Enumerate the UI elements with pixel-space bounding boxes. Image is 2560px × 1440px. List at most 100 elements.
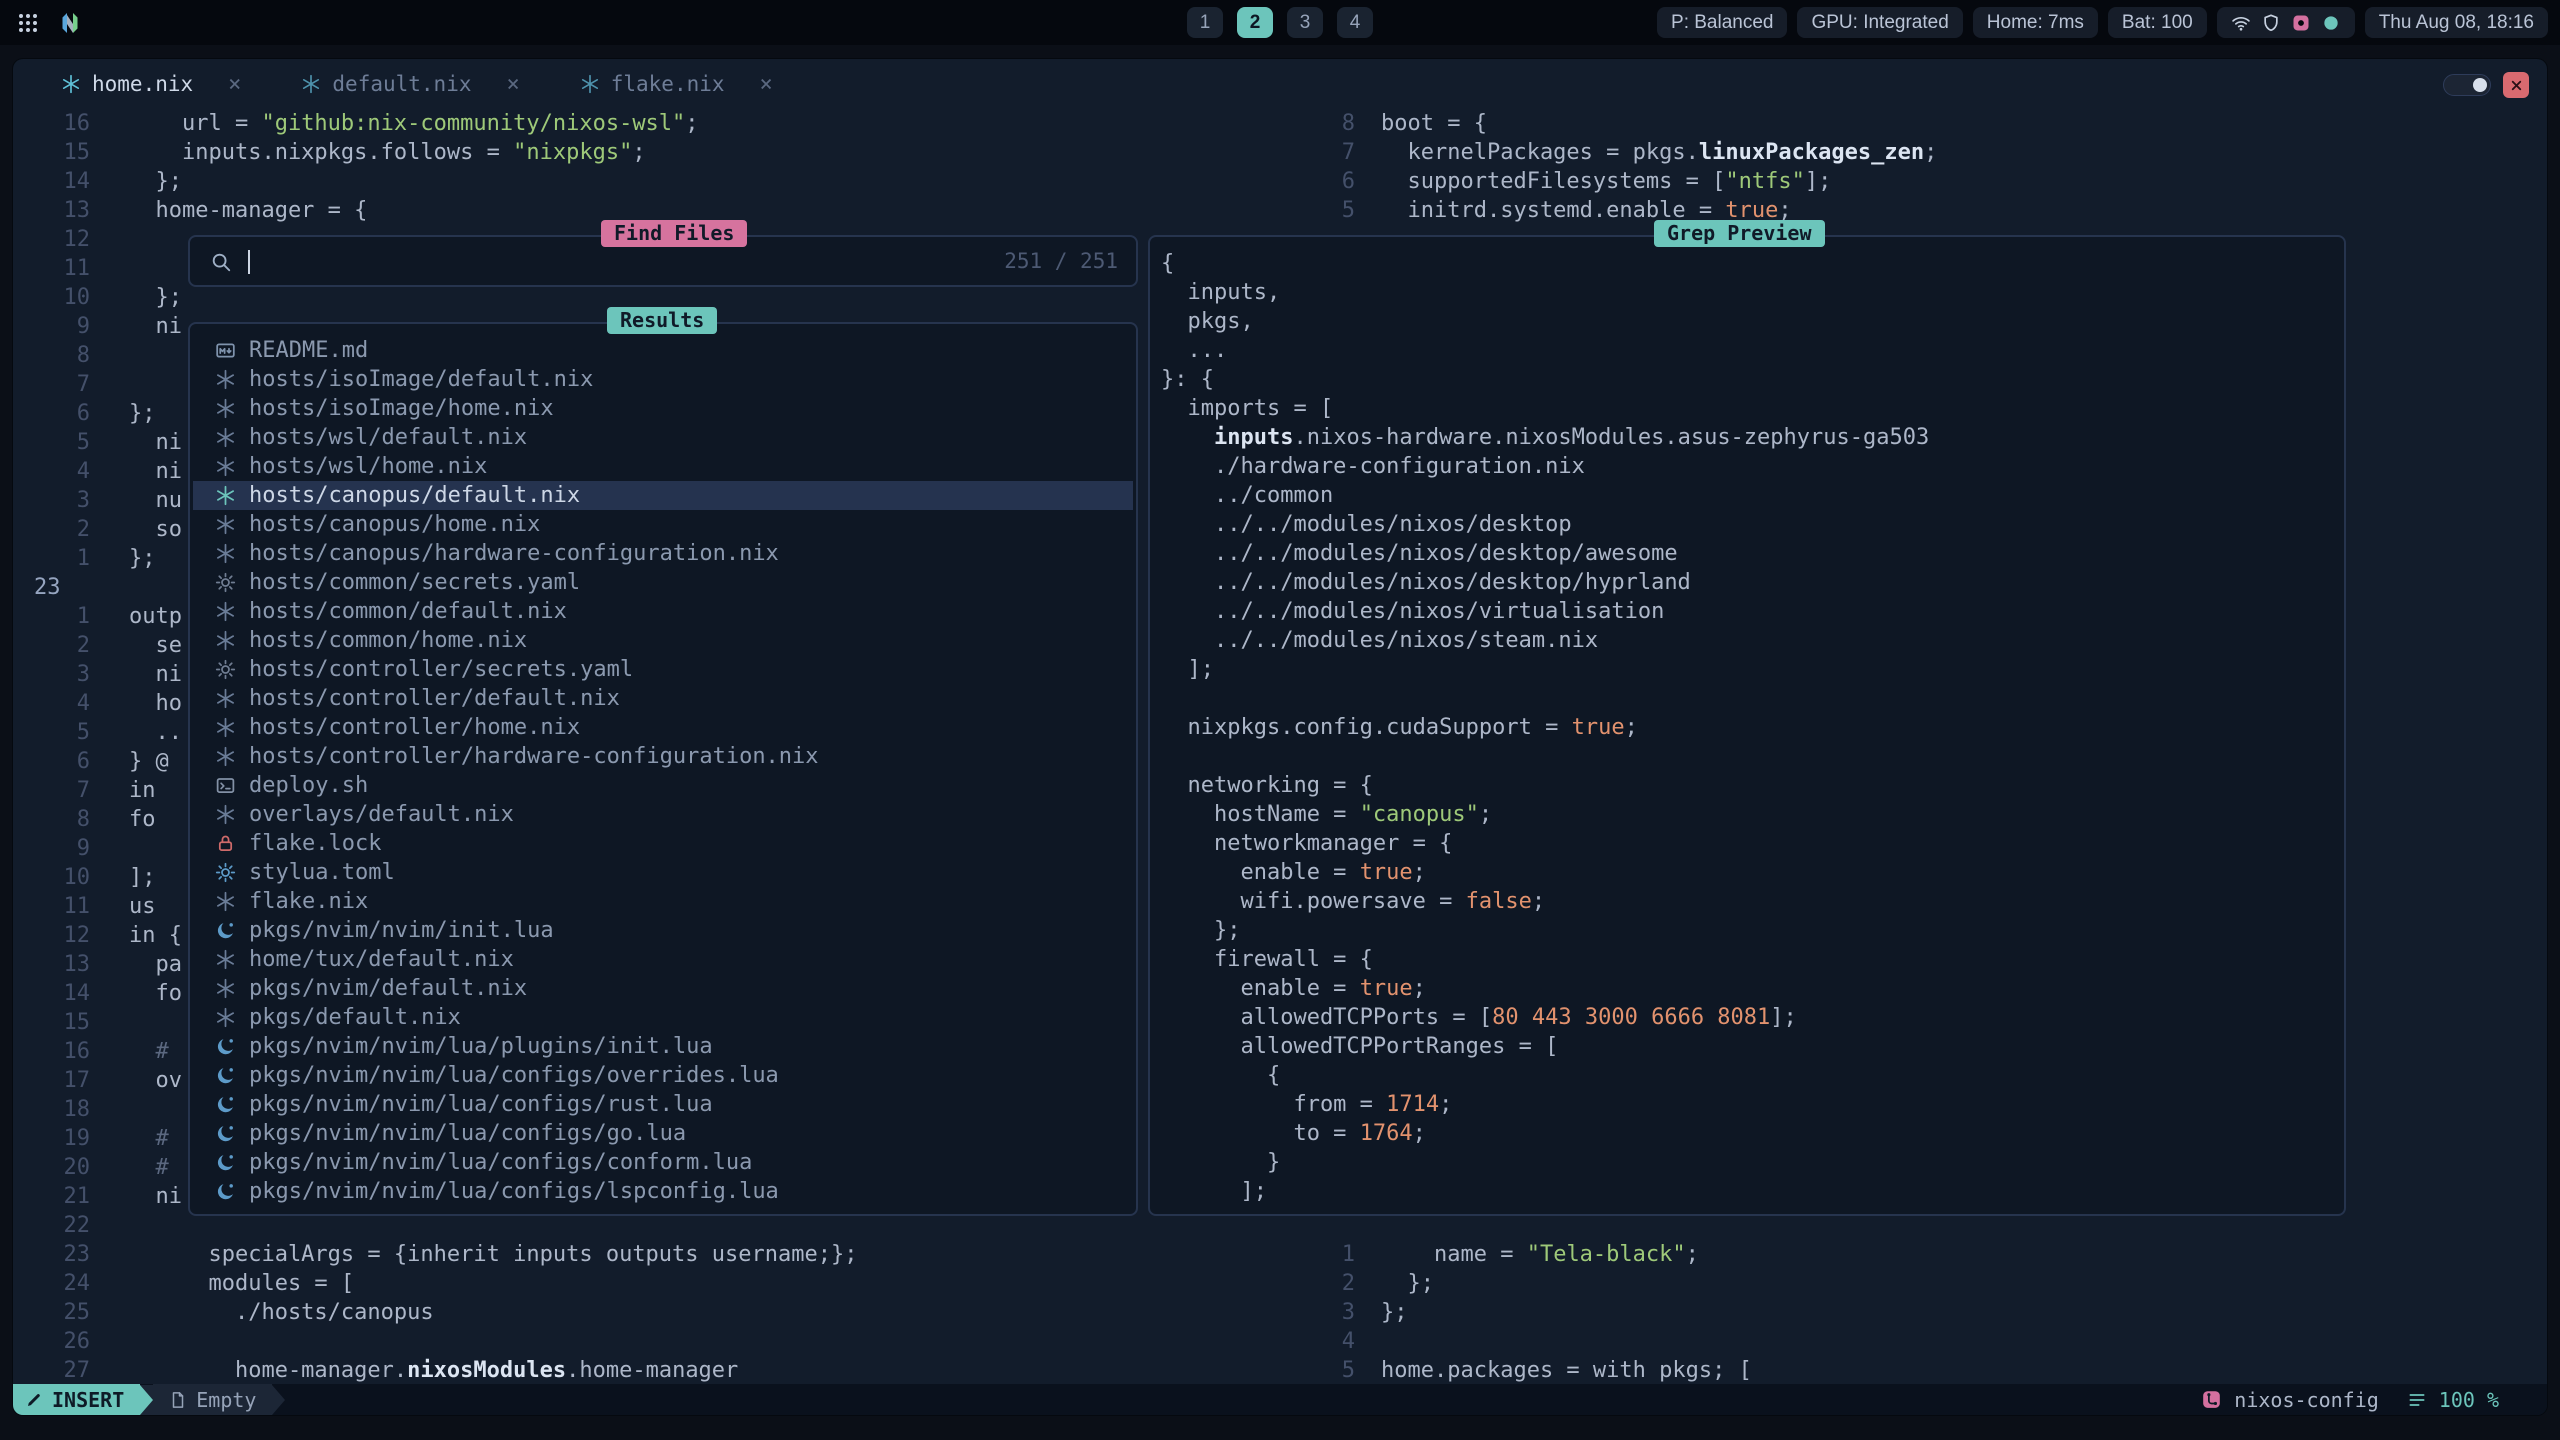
results-popup[interactable]: README.mdhosts/isoImage/default.nixhosts… — [188, 322, 1138, 1216]
line-number: 9 — [13, 834, 90, 863]
result-item[interactable]: pkgs/default.nix — [193, 1003, 1133, 1032]
tab-default.nix[interactable]: default.nix× — [301, 72, 519, 97]
line-number: 3 — [13, 660, 90, 689]
window-controls — [2443, 72, 2529, 98]
line-number: 8 — [1323, 109, 1355, 138]
neovim-logo-icon — [58, 11, 82, 35]
line-number: 2 — [13, 631, 90, 660]
pinkapp-icon[interactable] — [2291, 13, 2311, 33]
line-number: 8 — [13, 805, 90, 834]
result-item[interactable]: hosts/common/default.nix — [193, 597, 1133, 626]
workspace-3[interactable]: 3 — [1287, 7, 1323, 38]
status-pill: Home: 7ms — [1973, 7, 2098, 38]
result-item[interactable]: flake.lock — [193, 829, 1133, 858]
gear-file-icon — [215, 659, 236, 680]
status-pill: P: Balanced — [1657, 7, 1787, 38]
result-item[interactable]: hosts/wsl/home.nix — [193, 452, 1133, 481]
result-item[interactable]: deploy.sh — [193, 771, 1133, 800]
git-branch-icon — [2201, 1389, 2222, 1410]
nix-file-icon — [580, 74, 600, 94]
result-count: 251 / 251 — [1004, 237, 1118, 285]
line-number: 17 — [13, 1066, 90, 1095]
result-item[interactable]: hosts/canopus/default.nix — [193, 481, 1133, 510]
nix-file-icon — [215, 891, 236, 912]
shield-icon[interactable] — [2261, 13, 2281, 33]
tab-close-icon[interactable]: × — [228, 72, 241, 97]
line-number: 10 — [13, 283, 90, 312]
result-item[interactable]: hosts/isoImage/default.nix — [193, 365, 1133, 394]
editor-area: 16 url = "github:nix-community/nixos-wsl… — [13, 109, 2547, 1384]
lua-file-icon — [215, 1181, 236, 1202]
result-item[interactable]: hosts/common/secrets.yaml — [193, 568, 1133, 597]
workspace-4[interactable]: 4 — [1337, 7, 1373, 38]
workspace-2[interactable]: 2 — [1237, 7, 1273, 38]
powerline-separator — [272, 1385, 285, 1415]
result-item[interactable]: hosts/isoImage/home.nix — [193, 394, 1133, 423]
result-item[interactable]: pkgs/nvim/nvim/lua/configs/go.lua — [193, 1119, 1133, 1148]
line-number: 26 — [13, 1327, 90, 1356]
nix-file-icon — [215, 485, 236, 506]
nix-file-icon — [215, 746, 236, 767]
workspace-switcher: 1234 — [1187, 7, 1373, 38]
result-item[interactable]: stylua.toml — [193, 858, 1133, 887]
wifi-icon[interactable] — [2231, 13, 2251, 33]
grep-preview-title: Grep Preview — [1654, 220, 1825, 247]
status-pill: Bat: 100 — [2108, 7, 2207, 38]
line-number: 5 — [1323, 1356, 1355, 1385]
toggle-switch[interactable] — [2443, 74, 2491, 96]
code-line: 14 }; — [13, 167, 1323, 196]
gear-file-icon — [215, 572, 236, 593]
workspace-1[interactable]: 1 — [1187, 7, 1223, 38]
line-number: 3 — [1323, 1298, 1355, 1327]
result-item[interactable]: pkgs/nvim/nvim/lua/plugins/init.lua — [193, 1032, 1133, 1061]
tab-close-icon[interactable]: × — [506, 72, 519, 97]
nix-file-icon — [215, 601, 236, 622]
nix-file-icon — [215, 717, 236, 738]
line-number: 12 — [13, 225, 90, 254]
line-number: 3 — [13, 486, 90, 515]
result-item[interactable]: hosts/wsl/default.nix — [193, 423, 1133, 452]
result-item[interactable]: hosts/controller/secrets.yaml — [193, 655, 1133, 684]
apps-launcher-icon[interactable] — [16, 11, 40, 35]
result-item[interactable]: hosts/controller/default.nix — [193, 684, 1133, 713]
preview-line: networkmanager = { — [1161, 829, 2340, 858]
line-number: 13 — [13, 950, 90, 979]
line-number: 11 — [13, 892, 90, 921]
result-item[interactable]: hosts/controller/hardware-configuration.… — [193, 742, 1133, 771]
line-number: 4 — [13, 457, 90, 486]
tab-flake.nix[interactable]: flake.nix× — [580, 72, 773, 97]
result-item[interactable]: pkgs/nvim/default.nix — [193, 974, 1133, 1003]
nix-file-icon — [61, 74, 81, 94]
line-number: 12 — [13, 921, 90, 950]
result-item[interactable]: pkgs/nvim/nvim/lua/configs/lspconfig.lua — [193, 1177, 1133, 1206]
result-item[interactable]: pkgs/nvim/nvim/lua/configs/overrides.lua — [193, 1061, 1133, 1090]
result-item[interactable]: hosts/controller/home.nix — [193, 713, 1133, 742]
result-item[interactable]: pkgs/nvim/nvim/lua/configs/conform.lua — [193, 1148, 1133, 1177]
preview-line: hostName = "canopus"; — [1161, 800, 2340, 829]
result-item[interactable]: hosts/canopus/home.nix — [193, 510, 1133, 539]
toml-file-icon — [215, 862, 236, 883]
result-item[interactable]: README.md — [193, 336, 1133, 365]
window-close-button[interactable] — [2503, 72, 2529, 98]
result-item[interactable]: home/tux/default.nix — [193, 945, 1133, 974]
buffer-label: Empty — [196, 1388, 256, 1412]
result-item[interactable]: pkgs/nvim/nvim/lua/configs/rust.lua — [193, 1090, 1133, 1119]
tab-home.nix[interactable]: home.nix× — [61, 72, 241, 97]
preview-line: inputs, — [1161, 278, 2340, 307]
preview-line: ../../modules/nixos/desktop — [1161, 510, 2340, 539]
result-item[interactable]: hosts/common/home.nix — [193, 626, 1133, 655]
result-item[interactable]: hosts/canopus/hardware-configuration.nix — [193, 539, 1133, 568]
line-number: 2 — [1323, 1269, 1355, 1298]
system-tray[interactable] — [2217, 7, 2355, 38]
line-number: 5 — [13, 428, 90, 457]
preview-line: }: { — [1161, 365, 2340, 394]
powerline-separator — [140, 1385, 153, 1415]
result-item[interactable]: flake.nix — [193, 887, 1133, 916]
result-item[interactable]: overlays/default.nix — [193, 800, 1133, 829]
tab-close-icon[interactable]: × — [760, 72, 773, 97]
preview-line: ]; — [1161, 655, 2340, 684]
line-number: 1 — [13, 544, 90, 573]
code-line: 5home.packages = with pkgs; [ — [1323, 1356, 2547, 1385]
tealdot-icon[interactable] — [2321, 13, 2341, 33]
result-item[interactable]: pkgs/nvim/nvim/init.lua — [193, 916, 1133, 945]
